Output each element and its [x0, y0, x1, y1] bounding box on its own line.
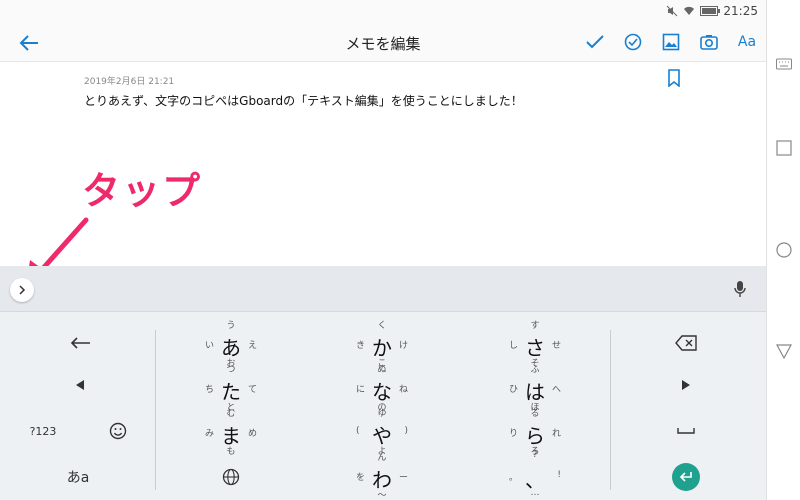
space-icon — [677, 428, 695, 434]
flick-key-na[interactable]: ぬ に な ね の — [352, 362, 412, 413]
flick-up: る — [530, 409, 540, 419]
text-format-button[interactable]: Aa — [736, 31, 758, 53]
flick-key-ha[interactable]: ふ ひ は へ ほ — [505, 362, 565, 413]
flick-right: て — [247, 385, 257, 395]
flick-right: ) — [404, 426, 408, 436]
expand-toolbar-button[interactable] — [10, 278, 34, 302]
memo-editor[interactable]: 2019年2月6日 21:21 とりあえず、文字のコピペはGboardの「テキス… — [0, 62, 766, 288]
backspace-icon — [675, 335, 697, 351]
emoji-icon — [109, 422, 127, 440]
flick-right: え — [247, 341, 257, 351]
recent-apps-icon[interactable] — [776, 140, 792, 156]
flick-up: ゆ — [377, 409, 387, 419]
flick-key-ta[interactable]: つ ち た て と — [201, 362, 261, 413]
flick-down: も — [226, 447, 236, 457]
undo-key[interactable] — [64, 332, 96, 354]
insert-image-button[interactable] — [660, 31, 682, 53]
divider-right — [610, 330, 611, 490]
keyboard-icon[interactable] — [776, 56, 792, 72]
check-icon — [586, 35, 604, 49]
flick-right: ー — [398, 473, 408, 483]
flick-right: ね — [398, 385, 408, 395]
language-key[interactable] — [215, 466, 247, 488]
flick-up: ぬ — [377, 365, 387, 375]
flick-up: む — [226, 409, 236, 419]
image-icon — [662, 33, 680, 51]
flick-up: ふ — [530, 365, 540, 375]
status-time: 21:25 — [723, 4, 758, 18]
flick-key-ma[interactable]: む み ま め も — [201, 406, 261, 457]
cursor-right-key[interactable] — [670, 374, 702, 396]
flick-right: せ — [551, 341, 561, 351]
toolbar-actions: Aa — [584, 31, 758, 53]
flick-down: 〜 — [377, 491, 387, 500]
flick-up: す — [530, 321, 540, 331]
flick-right: ! — [557, 470, 561, 480]
memo-date: 2019年2月6日 21:21 — [84, 77, 175, 87]
flick-key-sa[interactable]: す し さ せ そ — [505, 318, 565, 369]
flick-key-ra[interactable]: る り ら れ ろ — [505, 406, 565, 457]
undo-arrow-icon — [70, 337, 90, 349]
check-circle-icon — [624, 33, 642, 51]
chevron-right-icon — [19, 285, 26, 295]
flick-key-a[interactable]: う い あ え お — [201, 318, 261, 369]
flick-key-ya[interactable]: ゆ ( や ) よ — [352, 406, 412, 457]
flick-down: … — [530, 488, 540, 498]
mic-icon[interactable] — [733, 280, 747, 298]
bookmark-icon[interactable] — [667, 69, 681, 87]
triangle-left-icon — [76, 380, 84, 390]
mute-icon — [666, 5, 678, 17]
camera-button[interactable] — [698, 31, 720, 53]
cursor-left-key[interactable] — [64, 374, 96, 396]
memo-text[interactable]: とりあえず、文字のコピペはGboardの「テキスト編集」を使うことにしました！ — [84, 92, 523, 109]
flick-key-ka[interactable]: く き か け こ — [352, 318, 412, 369]
divider-left — [155, 330, 156, 490]
flick-right: へ — [551, 385, 561, 395]
flick-up: ん — [377, 453, 387, 463]
flick-right: け — [398, 341, 408, 351]
tap-annotation: タップ — [82, 169, 203, 213]
app-bar: メモを編集 Aa — [0, 24, 766, 62]
keyboard-suggestion-strip — [0, 266, 766, 312]
triangle-right-icon — [682, 380, 690, 390]
flick-up: く — [377, 321, 387, 331]
backspace-key[interactable] — [670, 332, 702, 354]
symbols-key[interactable]: ?123 — [26, 420, 60, 442]
flick-right: れ — [551, 429, 561, 439]
flick-right: め — [247, 429, 257, 439]
input-mode-key[interactable]: あa — [60, 466, 96, 488]
back-triangle-icon[interactable] — [776, 343, 792, 359]
flick-key-wa[interactable]: ん を わ ー 〜 — [352, 450, 412, 500]
flick-up: つ — [226, 365, 236, 375]
enter-key[interactable] — [672, 463, 700, 491]
battery-icon — [700, 6, 720, 16]
enter-arrow-icon — [679, 472, 692, 482]
flick-key-punctuation[interactable]: ? 。 、 ! … — [505, 450, 565, 498]
globe-icon — [222, 468, 240, 486]
space-key[interactable] — [670, 420, 702, 442]
emoji-key[interactable] — [102, 420, 134, 442]
home-icon[interactable] — [776, 242, 792, 258]
flick-up: ? — [532, 450, 538, 460]
status-bar: 21:25 — [0, 0, 766, 24]
camera-icon — [700, 35, 718, 50]
gboard-keyboard: ?123 あa う い あ え お く き か け こ す し さ せ そ つ … — [0, 312, 766, 500]
status-icons — [666, 5, 720, 17]
save-check-button[interactable] — [584, 31, 606, 53]
checklist-button[interactable] — [622, 31, 644, 53]
wifi-icon — [684, 6, 694, 15]
system-nav-bar — [766, 0, 800, 500]
flick-up: う — [226, 321, 236, 331]
